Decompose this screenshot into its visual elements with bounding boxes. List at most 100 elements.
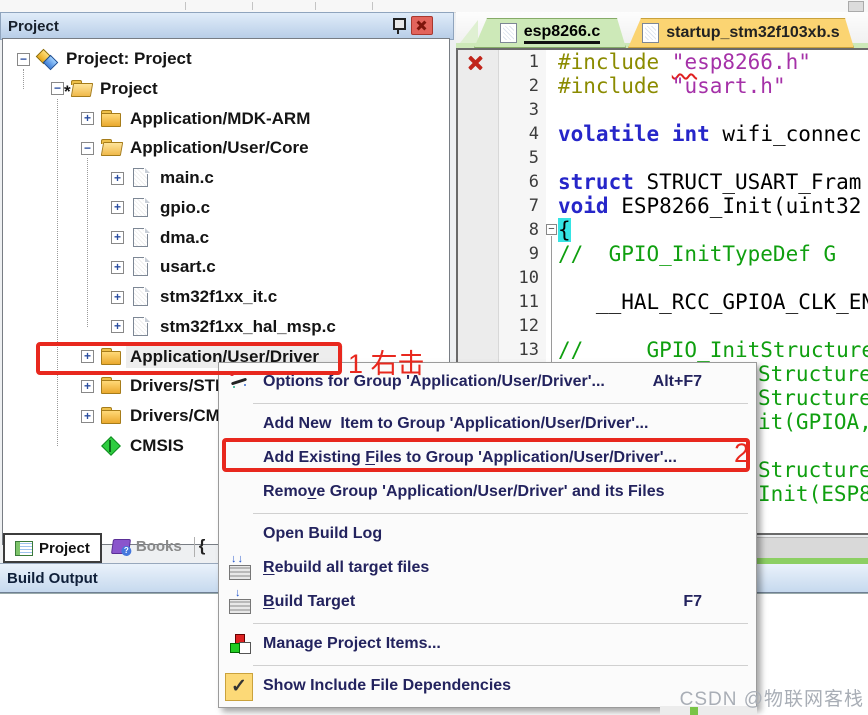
fold-collapse-icon[interactable]: − xyxy=(546,224,557,235)
tree-item-drivers-stm[interactable]: + Drivers/STI xyxy=(81,372,220,400)
menu-item-remove-group[interactable]: Remove Group 'Application/User/Driver' a… xyxy=(219,475,756,509)
expand-plus-icon[interactable]: + xyxy=(111,171,124,185)
tree-item-gpio-c[interactable]: + gpio.c xyxy=(111,194,210,222)
annotation-step2-label: 2 xyxy=(734,438,750,468)
code-segment: __HAL_RCC_GPIOA_CLK_EN xyxy=(558,290,868,314)
code-segment: { xyxy=(558,218,571,242)
code-segment: volatile xyxy=(558,122,660,146)
tab-esp8266-c[interactable]: esp8266.c xyxy=(474,18,626,48)
toolbar-separator xyxy=(252,2,253,10)
line-number: 12 xyxy=(518,316,539,336)
annotation-box-step1 xyxy=(36,342,342,375)
tree-item-cmsis[interactable]: CMSIS xyxy=(81,432,184,460)
tree-item-usart-c[interactable]: + usart.c xyxy=(111,253,216,281)
tab-books[interactable]: Books xyxy=(102,533,192,559)
line-number: 10 xyxy=(518,268,539,288)
line-number: 3 xyxy=(528,100,539,120)
tab-project[interactable]: Project xyxy=(3,533,102,563)
tree-item-application-user-core[interactable]: − Application/User/Core xyxy=(81,134,309,162)
toolbar-button[interactable] xyxy=(848,1,864,12)
editor-tabstrip: esp8266.c startup_stm32f103xb.s xyxy=(456,12,868,48)
line-number: 5 xyxy=(528,148,539,168)
project-grid-icon xyxy=(15,540,33,556)
project-panel-title: Project xyxy=(8,17,59,35)
expand-plus-icon[interactable]: + xyxy=(111,201,124,215)
code-line: volatile int wifi_connec xyxy=(558,122,868,146)
tab-startup-stm32f103xb-s[interactable]: startup_stm32f103xb.s xyxy=(628,18,854,48)
tab-functions-fragment[interactable]: { xyxy=(199,536,206,556)
code-segment: #include xyxy=(558,74,672,98)
code-segment: "e xyxy=(671,50,698,74)
line-number: 7 xyxy=(528,196,539,216)
expand-plus-icon[interactable]: + xyxy=(81,409,94,423)
line-number: 13 xyxy=(518,340,539,360)
target-icon xyxy=(36,50,58,68)
code-fragment: Init(ESP8 xyxy=(758,482,868,506)
line-number: 9 xyxy=(528,244,539,264)
menu-item-accelerator: Alt+F7 xyxy=(652,373,702,390)
menu-item-label: Manage Project Items... xyxy=(263,635,441,652)
tree-item-project-root[interactable]: − Project: Project xyxy=(17,45,192,73)
toolbar-separator xyxy=(185,2,186,10)
expand-plus-icon[interactable]: + xyxy=(81,112,94,125)
code-segment: ESP8266_Init(uint32 xyxy=(608,194,862,218)
expand-plus-icon[interactable]: + xyxy=(111,320,124,334)
project-panel-header: Project xyxy=(0,12,454,40)
annotation-step1-label: 1 右击 xyxy=(348,349,425,379)
build-icon xyxy=(228,587,252,614)
tree-item-drivers-cmsis[interactable]: + Drivers/CM xyxy=(81,402,220,430)
file-icon xyxy=(130,167,152,187)
line-number: 4 xyxy=(528,124,539,144)
group-folder-icon: * xyxy=(64,79,92,101)
line-number: 1 xyxy=(528,52,539,72)
menu-item-label: Options for Group 'Application/User/Driv… xyxy=(263,373,605,390)
code-segment: struct xyxy=(558,170,634,194)
menu-item-manage-project-items[interactable]: Manage Project Items... xyxy=(219,627,756,661)
tree-item-dma-c[interactable]: + dma.c xyxy=(111,224,209,252)
code-segment: "usart.h" xyxy=(671,74,786,98)
pin-icon[interactable] xyxy=(391,17,406,34)
target-group-marker: * xyxy=(64,81,71,101)
expand-plus-icon[interactable]: + xyxy=(81,379,94,393)
tree-item-stm32f1xx-hal-msp-c[interactable]: + stm32f1xx_hal_msp.c xyxy=(111,313,336,341)
menu-item-build-target[interactable]: Build Target F7 xyxy=(219,585,756,619)
expand-plus-icon[interactable]: + xyxy=(111,260,124,274)
collapse-minus-icon[interactable]: − xyxy=(81,141,94,155)
tree-item-label: Application/User/Core xyxy=(130,138,309,158)
context-menu: Options for Group 'Application/User/Driv… xyxy=(218,362,757,708)
menu-item-show-include-file-dependencies[interactable]: ✓ Show Include File Dependencies xyxy=(219,669,756,703)
menu-item-open-build-log[interactable]: Open Build Log xyxy=(219,517,756,551)
file-icon xyxy=(130,196,152,217)
tree-item-application-mdk-arm[interactable]: + Application/MDK-ARM xyxy=(81,105,310,133)
line-number: 6 xyxy=(528,172,539,192)
tree-item-label: usart.c xyxy=(160,257,216,277)
code-fragment: Structure xyxy=(758,458,868,482)
close-icon[interactable] xyxy=(411,16,433,35)
expand-plus-icon[interactable]: + xyxy=(111,290,124,304)
include-check-icon: ✓ xyxy=(225,673,253,701)
tree-item-label: Project xyxy=(100,78,158,98)
collapse-minus-icon[interactable]: − xyxy=(51,82,64,96)
tree-connector-line xyxy=(57,99,58,446)
menu-item-label: Open Build Log xyxy=(263,525,383,542)
tree-item-label: main.c xyxy=(160,168,214,187)
menu-item-add-new-item[interactable]: Add New Item to Group 'Application/User/… xyxy=(219,407,756,441)
error-marker-icon xyxy=(467,54,484,71)
code-line: #include "usart.h" xyxy=(558,74,868,98)
code-segment: wifi_connec xyxy=(709,122,862,146)
editor-tab-label: esp8266.c xyxy=(524,23,601,44)
tree-item-main-c[interactable]: + main.c xyxy=(111,164,214,192)
tree-item-project-target[interactable]: − * Project xyxy=(51,75,158,103)
line-number: 2 xyxy=(528,76,539,96)
menu-item-label: Rebuild all target files xyxy=(263,559,430,576)
code-segment: #include xyxy=(558,50,672,74)
menu-item-rebuild-all-target-files[interactable]: Rebuild all target files xyxy=(219,551,756,585)
tree-item-stm32f1xx-it-c[interactable]: + stm32f1xx_it.c xyxy=(111,283,277,311)
annotation-box-step2 xyxy=(222,438,750,472)
rebuild-icon xyxy=(228,553,252,580)
expand-plus-icon[interactable]: + xyxy=(111,231,124,244)
collapse-minus-icon[interactable]: − xyxy=(17,52,30,66)
